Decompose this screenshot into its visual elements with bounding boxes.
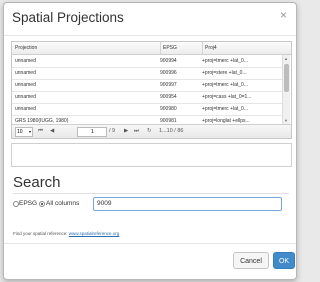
cell-projection: unnamed <box>15 106 36 112</box>
close-icon[interactable]: × <box>280 9 287 21</box>
spatial-projections-dialog: Spatial Projections × Projection EPSG Pr… <box>3 2 297 280</box>
column-header-epsg[interactable]: EPSG <box>160 42 203 54</box>
footnote: Find your spatial reference: www.spatial… <box>13 231 119 236</box>
dialog-header: Spatial Projections × <box>4 3 296 36</box>
grid-vertical-scrollbar[interactable]: ▲ ▼ <box>282 55 290 124</box>
grid-header: Projection EPSG Proj4 <box>12 42 291 55</box>
cell-epsg: 900996 <box>160 70 177 76</box>
last-page-icon[interactable]: ⏭ <box>134 125 139 138</box>
cell-epsg: 900997 <box>160 82 177 88</box>
footnote-text: Find your spatial reference: <box>13 231 69 236</box>
footer-divider <box>4 243 296 244</box>
cancel-button[interactable]: Cancel <box>233 252 269 269</box>
column-header-projection[interactable]: Projection <box>15 42 155 54</box>
page-range-text: 1...10 / 86 <box>159 128 184 134</box>
spatialreference-link[interactable]: www.spatialreference.org <box>69 231 120 236</box>
first-page-icon[interactable]: ⏮ <box>38 125 43 138</box>
cell-proj4: +proj=tmerc +lat_0... <box>202 82 248 88</box>
current-page-value: 1 <box>91 129 94 135</box>
cell-epsg: 900994 <box>160 58 177 64</box>
scrollbar-thumb[interactable] <box>284 64 289 92</box>
column-header-proj4[interactable]: Proj4 <box>202 42 280 54</box>
cell-projection: unnamed <box>15 94 36 100</box>
scroll-up-icon[interactable]: ▲ <box>284 56 288 61</box>
chevron-down-icon: ▾ <box>28 129 31 134</box>
refresh-icon[interactable]: ↻ <box>147 125 152 138</box>
cell-proj4: +proj=cass +lat_0=1... <box>202 94 252 100</box>
projections-grid: Projection EPSG Proj4 unnamed 900994 +pr… <box>11 41 292 139</box>
dialog-title: Spatial Projections <box>12 10 124 25</box>
search-heading: Search <box>13 174 61 191</box>
cell-projection: unnamed <box>15 70 36 76</box>
scroll-down-icon[interactable]: ▼ <box>284 118 288 123</box>
cell-proj4: +proj=stere +lat_0... <box>202 70 247 76</box>
grid-pager: 10 ▾ ⏮ ◀ 1 / 9 ▶ ⏭ ↻ 1...10 / 86 <box>12 124 291 138</box>
cell-projection: unnamed <box>15 82 36 88</box>
cell-epsg: 900954 <box>160 94 177 100</box>
cell-proj4: +proj=tmerc +lat_0... <box>202 58 248 64</box>
page-total: / 9 <box>109 128 116 134</box>
projection-detail-box <box>11 143 292 167</box>
cell-projection: unnamed <box>15 58 36 64</box>
page-number-input[interactable]: 1 <box>77 127 107 137</box>
next-page-icon[interactable]: ▶ <box>124 125 128 138</box>
cell-epsg: 900980 <box>160 106 177 112</box>
page-size-value: 10 <box>17 129 23 135</box>
radio-all-columns[interactable] <box>39 201 45 207</box>
search-input[interactable]: 9009 <box>93 197 282 211</box>
previous-page-icon[interactable]: ◀ <box>50 125 54 138</box>
search-divider <box>13 193 289 194</box>
ok-button[interactable]: OK <box>273 252 295 269</box>
cell-proj4: +proj=tmerc +lat_0... <box>202 106 248 112</box>
radio-all-columns-label: All columns <box>46 200 80 207</box>
radio-epsg-label: EPSG <box>19 200 38 207</box>
page-size-select[interactable]: 10 ▾ <box>15 127 33 137</box>
